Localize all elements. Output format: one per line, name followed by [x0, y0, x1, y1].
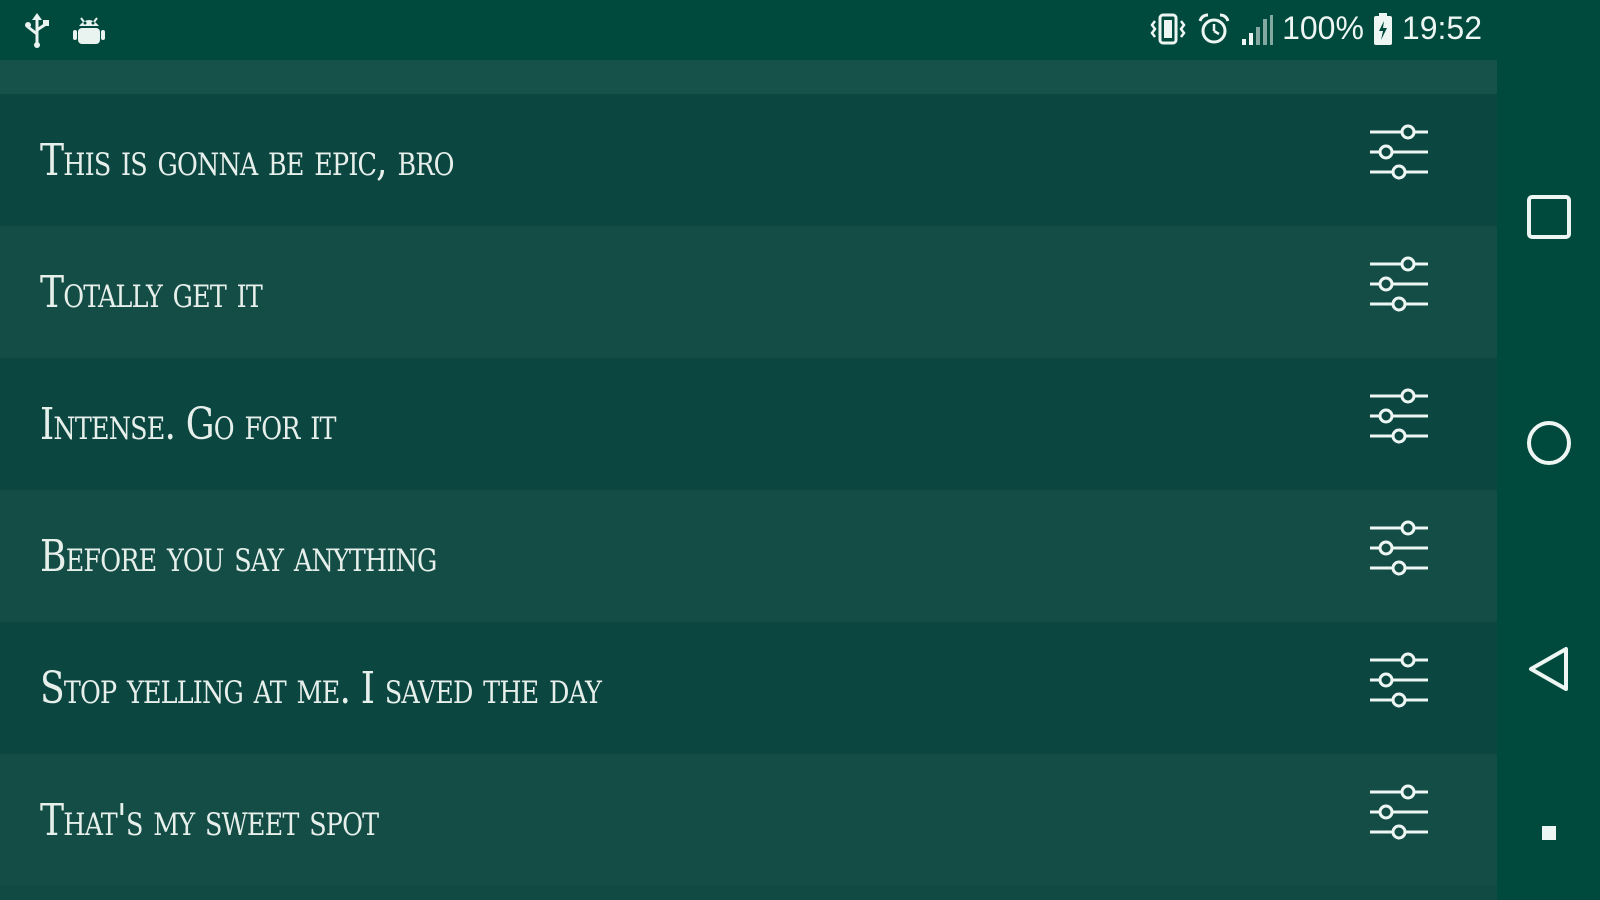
- list-top-divider: [0, 60, 1497, 94]
- list-item[interactable]: Totally get it: [0, 226, 1497, 358]
- list-item-label: Intense. Go for it: [40, 398, 336, 450]
- navigation-bar: [1497, 60, 1600, 900]
- list-item-label: Before you say anything: [40, 530, 437, 582]
- list-item-label: Totally get it: [40, 266, 263, 318]
- status-right: 100% 19:52: [1148, 10, 1482, 47]
- list-item-label: This is gonna be epic, bro: [40, 134, 454, 186]
- signal-icon: [1240, 11, 1274, 47]
- clock-time: 19:52: [1401, 10, 1482, 46]
- sliders-icon[interactable]: [1367, 252, 1431, 316]
- status-left-icons: [22, 12, 106, 48]
- app-screen: 100% 19:52 This is gonna be epic, bro To…: [0, 0, 1600, 900]
- recents-icon[interactable]: [1526, 194, 1572, 240]
- android-debug-icon: [72, 12, 106, 48]
- menu-dot-icon[interactable]: [1540, 824, 1558, 842]
- battery-percent: 100%: [1282, 10, 1364, 46]
- battery-icon: [1372, 11, 1394, 47]
- usb-icon: [22, 12, 52, 48]
- vibrate-icon: [1148, 11, 1188, 47]
- sliders-icon[interactable]: [1367, 516, 1431, 580]
- list-item[interactable]: Intense. Go for it: [0, 358, 1497, 490]
- list-item[interactable]: That's my sweet spot: [0, 754, 1497, 886]
- back-icon[interactable]: [1526, 645, 1572, 693]
- list-item-label: That's my sweet spot: [40, 794, 379, 846]
- list-item[interactable]: This is gonna be epic, bro: [0, 94, 1497, 226]
- sliders-icon[interactable]: [1367, 648, 1431, 712]
- home-icon[interactable]: [1525, 419, 1573, 467]
- alarm-icon: [1196, 11, 1232, 47]
- status-bar: 100% 19:52: [0, 0, 1600, 60]
- sliders-icon[interactable]: [1367, 120, 1431, 184]
- list-item-label: Stop yelling at me. I saved the day: [40, 662, 602, 714]
- sliders-icon[interactable]: [1367, 780, 1431, 844]
- sliders-icon[interactable]: [1367, 384, 1431, 448]
- list-item[interactable]: Stop yelling at me. I saved the day: [0, 622, 1497, 754]
- phrase-list: This is gonna be epic, bro Totally get i…: [0, 60, 1497, 900]
- list-item[interactable]: Before you say anything: [0, 490, 1497, 622]
